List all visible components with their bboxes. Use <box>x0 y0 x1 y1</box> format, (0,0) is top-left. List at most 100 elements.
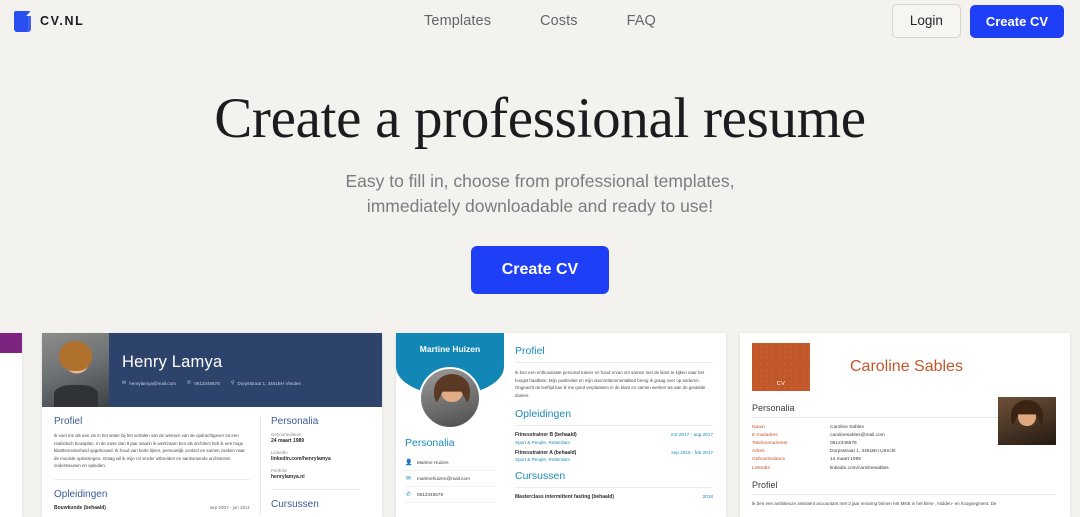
field-label: Portfolio <box>271 468 288 473</box>
course-date: 2018 <box>702 494 713 500</box>
section-heading-personalia: Personalia <box>405 437 455 449</box>
contact-phone-value: 0612345678 <box>194 380 220 386</box>
contact-row: 👤 Martine Huizen <box>405 455 496 471</box>
contact-row: ✉ martinehuizen@mail.com <box>405 471 496 487</box>
contact-email-value: henrylamya@mail.com <box>129 380 176 386</box>
education-date: sep 2016 - feb 2017 <box>671 449 713 455</box>
card-header-bar <box>0 333 22 353</box>
contact-phone: ✆ 0612345678 <box>187 380 220 386</box>
header-actions: Login Create CV <box>891 4 1064 38</box>
avatar <box>998 397 1056 445</box>
template-card-partial-left[interactable] <box>0 333 22 517</box>
field-value: 14 maart 1995 <box>830 457 861 463</box>
divider <box>271 489 360 490</box>
field-label: Geboortedatum <box>752 457 786 463</box>
field-value: 0612345678 <box>830 440 857 446</box>
card-main-column: Profiel Ik voel me als een vis in het wa… <box>54 416 250 515</box>
site-header: CV.NL Templates Costs FAQ Login Create C… <box>0 0 1080 42</box>
brand-name: CV.NL <box>40 14 85 28</box>
field-value: henrylamya.nl <box>271 474 305 480</box>
page-title: Create a professional resume <box>214 87 866 150</box>
section-heading-cursussen: Cursussen <box>271 499 319 510</box>
field-label: Telefoonnummer <box>752 440 788 446</box>
profiel-text: Ik ben een enthousiaste personal trainer… <box>515 370 706 398</box>
field-label: LinkedIn <box>271 450 288 455</box>
template-card-caroline-sables[interactable]: CV Caroline Sables Personalia Naam Carol… <box>740 333 1070 517</box>
field-value: linkedin.com/henrylamya <box>271 456 331 462</box>
cv-name: Henry Lamya <box>122 353 223 371</box>
hero-subtitle-line2: immediately downloadable and ready to us… <box>366 195 714 216</box>
section-heading-opleidingen: Opleidingen <box>515 408 572 421</box>
field-label: Naam <box>752 424 765 430</box>
contact-email: ✉ henrylamya@mail.com <box>122 380 176 386</box>
personalia-field: Geboortedatum 24 maart 1989 <box>271 432 360 444</box>
section-heading-profiel: Profiel <box>515 345 545 357</box>
location-pin-icon: ⚲ <box>230 380 235 386</box>
field-label: Adres <box>752 449 765 455</box>
personalia-field: LinkedIn linkedin.com/henrylamya <box>271 450 360 462</box>
divider <box>54 478 250 480</box>
education-entry: Bouwkunde (behaald) sep 2007 - jun 2011 <box>54 505 250 511</box>
cv-logo-text: CV <box>776 381 786 387</box>
section-heading-opleidingen: Opleidingen <box>54 488 108 500</box>
mail-icon: ✉ <box>122 380 127 386</box>
field-label: E-mailadres <box>752 432 778 438</box>
card-header: CV Caroline Sables <box>740 333 1070 391</box>
brand-logo[interactable]: CV.NL <box>14 10 85 32</box>
hero-subtitle-line1: Easy to fill in, choose from professiona… <box>345 170 735 191</box>
cv-name: Martine Huizen <box>419 344 481 354</box>
contact-email-value: martinehuizen@mail.com <box>417 476 470 481</box>
card-main-column: Profiel Ik ben een enthousiaste personal… <box>504 333 726 517</box>
section-heading-profiel: Profiel <box>54 416 83 427</box>
personalia-field: LinkedIn linkedin.com/carolinesables <box>752 464 1056 472</box>
profiel-text: Ik ben een ambitieuze assistent accounta… <box>752 501 997 507</box>
field-label: LinkedIn <box>752 465 771 471</box>
education-institute: Sport & People, Rotterdam <box>515 439 570 445</box>
cv-contact-line: ✉ henrylamya@mail.com ✆ 0612345678 ⚲ Dor… <box>122 380 301 386</box>
education-title: Bouwkunde (behaald) <box>54 504 106 511</box>
section-heading-profiel: Profiel <box>752 480 778 491</box>
course-title: Masterclass intermittent fasting (behaal… <box>515 494 614 501</box>
divider <box>515 362 713 363</box>
template-card-martine-huizen[interactable]: Martine Huizen Personalia 👤 Martine Huiz… <box>396 333 726 517</box>
nav-item-faq[interactable]: FAQ <box>627 13 656 29</box>
contact-row: ✆ 0612345678 <box>405 487 496 503</box>
divider <box>515 487 713 489</box>
contact-phone-value: 0612345678 <box>417 492 444 497</box>
person-icon: 👤 <box>405 460 413 466</box>
contact-address: ⚲ Dorpsstraat 1, 3451BH Vleuten <box>231 380 301 386</box>
create-cv-button-header[interactable]: Create CV <box>969 4 1064 38</box>
nav-item-templates[interactable]: Templates <box>424 13 491 29</box>
nav-item-costs[interactable]: Costs <box>540 13 578 29</box>
education-entry: Fitnesstrainer B (behaald) mrt 2017 - au… <box>515 432 713 445</box>
education-entry: Fitnesstrainer A (behaald) sep 2016 - fe… <box>515 450 713 463</box>
template-carousel[interactable]: Henry Lamya ✉ henrylamya@mail.com ✆ 0612… <box>0 333 1080 517</box>
personalia-field: Geboortedatum 14 maart 1995 <box>752 456 1056 464</box>
profiel-text: Ik voel me als een vis in het water bij … <box>54 433 245 469</box>
login-button[interactable]: Login <box>891 4 961 38</box>
create-cv-button-hero[interactable]: Create CV <box>470 245 610 294</box>
phone-icon: ✆ <box>405 492 412 498</box>
card-side-column: Martine Huizen Personalia 👤 Martine Huiz… <box>396 333 504 517</box>
section-heading-personalia: Personalia <box>271 416 319 427</box>
personalia-field: Adres Dorpsstraat 1, 3451BH Utrecht <box>752 448 1056 456</box>
template-card-henry-lamya[interactable]: Henry Lamya ✉ henrylamya@mail.com ✆ 0612… <box>42 333 382 517</box>
divider <box>752 494 1056 496</box>
contact-name-value: Martine Huizen <box>417 460 449 465</box>
education-title: Fitnesstrainer B (behaald) <box>515 432 577 439</box>
card-header: Henry Lamya ✉ henrylamya@mail.com ✆ 0612… <box>42 333 382 407</box>
cv-name: Caroline Sables <box>850 358 963 375</box>
phone-icon: ✆ <box>187 380 192 386</box>
card-side-column: Personalia Geboortedatum 24 maart 1989 L… <box>260 416 360 515</box>
avatar <box>42 333 109 407</box>
main-nav: Templates Costs FAQ <box>424 13 656 29</box>
education-institute: Sport & People, Rotterdam <box>515 457 570 463</box>
divider <box>515 425 713 427</box>
cv-logo-block: CV <box>752 343 810 391</box>
avatar <box>419 367 481 429</box>
personalia-field: Portfolio henrylamya.nl <box>271 468 360 480</box>
field-value: linkedin.com/carolinesables <box>830 465 889 471</box>
education-title: Fitnesstrainer A (behaald) <box>515 449 577 456</box>
field-value: Caroline Sables <box>830 424 864 430</box>
field-value: carolinesables@mail.com <box>830 432 885 438</box>
